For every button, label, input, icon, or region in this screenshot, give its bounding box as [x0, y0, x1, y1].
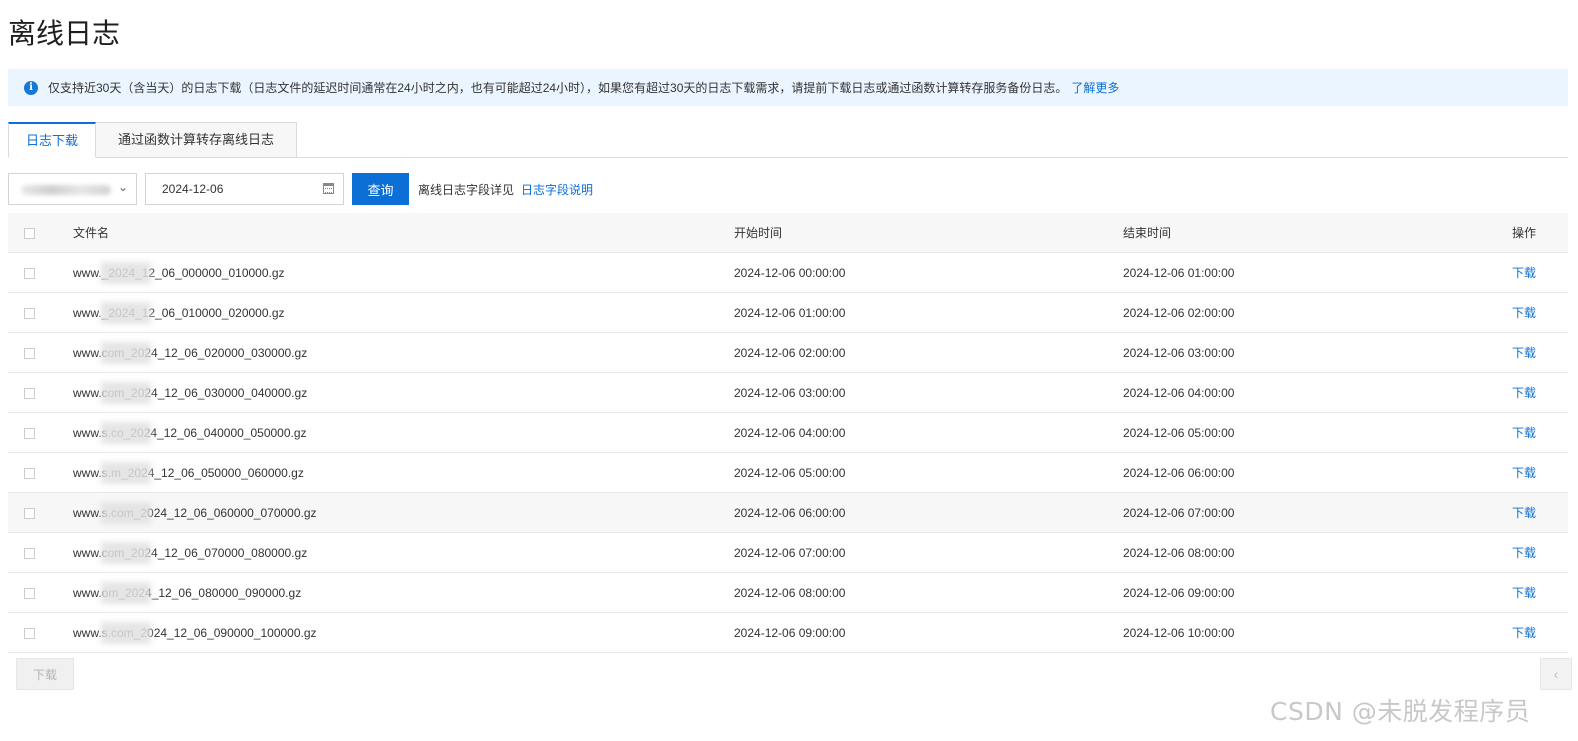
row-download-link[interactable]: 下载: [1512, 546, 1536, 560]
table-row: www.s.m_2024_12_06_050000_060000.gz 2024…: [8, 452, 1568, 493]
header-action: 操作: [1512, 213, 1568, 253]
tab-fc-transfer[interactable]: 通过函数计算转存离线日志: [96, 122, 297, 158]
file-name: www._2024_12_06_010000_020000.gz: [73, 301, 285, 324]
end-time: 2024-12-06 10:00:00: [1123, 612, 1512, 653]
select-all-cell: [8, 213, 73, 253]
row-download-link[interactable]: 下载: [1512, 506, 1536, 520]
start-time: 2024-12-06 05:00:00: [734, 452, 1123, 493]
select-all-checkbox[interactable]: [24, 227, 35, 239]
end-time: 2024-12-06 09:00:00: [1123, 572, 1512, 613]
redaction-mask: [101, 381, 151, 404]
table-row: www._2024_12_06_010000_020000.gz 2024-12…: [8, 292, 1568, 333]
redaction-mask: [101, 501, 151, 524]
row-checkbox[interactable]: [24, 507, 35, 519]
start-time: 2024-12-06 02:00:00: [734, 332, 1123, 373]
end-time: 2024-12-06 06:00:00: [1123, 452, 1512, 493]
table-header-row: 文件名 开始时间 结束时间 操作: [8, 213, 1568, 253]
header-start-time: 开始时间: [734, 213, 1123, 253]
table-row: www.s.com_2024_12_06_060000_070000.gz 20…: [8, 492, 1568, 533]
date-input[interactable]: [145, 173, 344, 205]
row-checkbox[interactable]: [24, 307, 35, 319]
row-download-link[interactable]: 下载: [1512, 626, 1536, 640]
row-checkbox[interactable]: [24, 627, 35, 639]
field-detail-label: 离线日志字段详见: [418, 183, 515, 197]
file-name: www.s.com_2024_12_06_060000_070000.gz: [73, 501, 317, 524]
start-time: 2024-12-06 07:00:00: [734, 532, 1123, 573]
calendar-icon[interactable]: [323, 183, 334, 194]
notice-banner: i 仅支持近30天（含当天）的日志下载（日志文件的延迟时间通常在24小时之内，也…: [8, 69, 1568, 106]
row-checkbox[interactable]: [24, 547, 35, 559]
bulk-download-button[interactable]: 下载: [16, 658, 74, 690]
file-name: www.s.co_2024_12_06_040000_050000.gz: [73, 421, 307, 444]
learn-more-link[interactable]: 了解更多: [1071, 79, 1119, 96]
row-download-link[interactable]: 下载: [1512, 586, 1536, 600]
end-time: 2024-12-06 04:00:00: [1123, 372, 1512, 413]
end-time: 2024-12-06 02:00:00: [1123, 292, 1512, 333]
tab-log-download[interactable]: 日志下载: [8, 122, 96, 158]
notice-text: 仅支持近30天（含当天）的日志下载（日志文件的延迟时间通常在24小时之内，也有可…: [48, 81, 1068, 95]
row-download-link[interactable]: 下载: [1512, 466, 1536, 480]
start-time: 2024-12-06 06:00:00: [734, 492, 1123, 533]
redaction-mask: [101, 421, 151, 444]
table-row: www.s.co_2024_12_06_040000_050000.gz 202…: [8, 412, 1568, 453]
redaction-mask: [101, 341, 151, 364]
start-time: 2024-12-06 04:00:00: [734, 412, 1123, 453]
table-row: www.com_2024_12_06_020000_030000.gz 2024…: [8, 332, 1568, 373]
header-end-time: 结束时间: [1123, 213, 1512, 253]
domain-select[interactable]: ⌄: [8, 173, 137, 205]
start-time: 2024-12-06 00:00:00: [734, 252, 1123, 293]
tab-bar: 日志下载 通过函数计算转存离线日志: [8, 122, 1568, 158]
file-name: www._2024_12_06_000000_010000.gz: [73, 261, 285, 284]
query-button[interactable]: 查询: [352, 173, 409, 205]
file-name: www.s.m_2024_12_06_050000_060000.gz: [73, 461, 304, 484]
field-detail-link[interactable]: 日志字段说明: [521, 181, 593, 198]
row-download-link[interactable]: 下载: [1512, 306, 1536, 320]
row-download-link[interactable]: 下载: [1512, 386, 1536, 400]
end-time: 2024-12-06 03:00:00: [1123, 332, 1512, 373]
watermark: CSDN @未脱发程序员: [1270, 697, 1531, 726]
pager-prev-button[interactable]: ‹: [1540, 658, 1572, 690]
domain-select-value-masked: [21, 185, 111, 195]
redaction-mask: [101, 621, 151, 644]
log-file-table: 文件名 开始时间 结束时间 操作 www._2024_12_06_000000_…: [8, 213, 1568, 653]
start-time: 2024-12-06 03:00:00: [734, 372, 1123, 413]
redaction-mask: [101, 581, 151, 604]
row-download-link[interactable]: 下载: [1512, 346, 1536, 360]
file-name: www.com_2024_12_06_070000_080000.gz: [73, 541, 307, 564]
redaction-mask: [101, 301, 151, 324]
end-time: 2024-12-06 08:00:00: [1123, 532, 1512, 573]
start-time: 2024-12-06 09:00:00: [734, 612, 1123, 653]
redaction-mask: [101, 261, 151, 284]
row-checkbox[interactable]: [24, 387, 35, 399]
table-row: www._2024_12_06_000000_010000.gz 2024-12…: [8, 252, 1568, 293]
table-row: www.com_2024_12_06_030000_040000.gz 2024…: [8, 372, 1568, 413]
toolbar: ⌄ 查询 离线日志字段详见 日志字段说明: [8, 173, 1008, 205]
end-time: 2024-12-06 01:00:00: [1123, 252, 1512, 293]
end-time: 2024-12-06 05:00:00: [1123, 412, 1512, 453]
row-download-link[interactable]: 下载: [1512, 266, 1536, 280]
info-icon: i: [24, 80, 38, 95]
redaction-mask: [101, 541, 151, 564]
table-row: www.s.com_2024_12_06_090000_100000.gz 20…: [8, 612, 1568, 653]
chevron-down-icon: ⌄: [117, 180, 128, 194]
page-title: 离线日志: [8, 17, 121, 50]
file-name: www.com_2024_12_06_020000_030000.gz: [73, 341, 307, 364]
table-row: www.com_2024_12_06_070000_080000.gz 2024…: [8, 532, 1568, 573]
header-file-name: 文件名: [73, 213, 734, 253]
row-checkbox[interactable]: [24, 467, 35, 479]
table-row: www.om_2024_12_06_080000_090000.gz 2024-…: [8, 572, 1568, 613]
start-time: 2024-12-06 08:00:00: [734, 572, 1123, 613]
row-checkbox[interactable]: [24, 587, 35, 599]
row-download-link[interactable]: 下载: [1512, 426, 1536, 440]
file-name: www.om_2024_12_06_080000_090000.gz: [73, 581, 301, 604]
end-time: 2024-12-06 07:00:00: [1123, 492, 1512, 533]
row-checkbox[interactable]: [24, 267, 35, 279]
start-time: 2024-12-06 01:00:00: [734, 292, 1123, 333]
row-checkbox[interactable]: [24, 427, 35, 439]
row-checkbox[interactable]: [24, 347, 35, 359]
file-name: www.s.com_2024_12_06_090000_100000.gz: [73, 621, 317, 644]
redaction-mask: [101, 461, 151, 484]
file-name: www.com_2024_12_06_030000_040000.gz: [73, 381, 307, 404]
